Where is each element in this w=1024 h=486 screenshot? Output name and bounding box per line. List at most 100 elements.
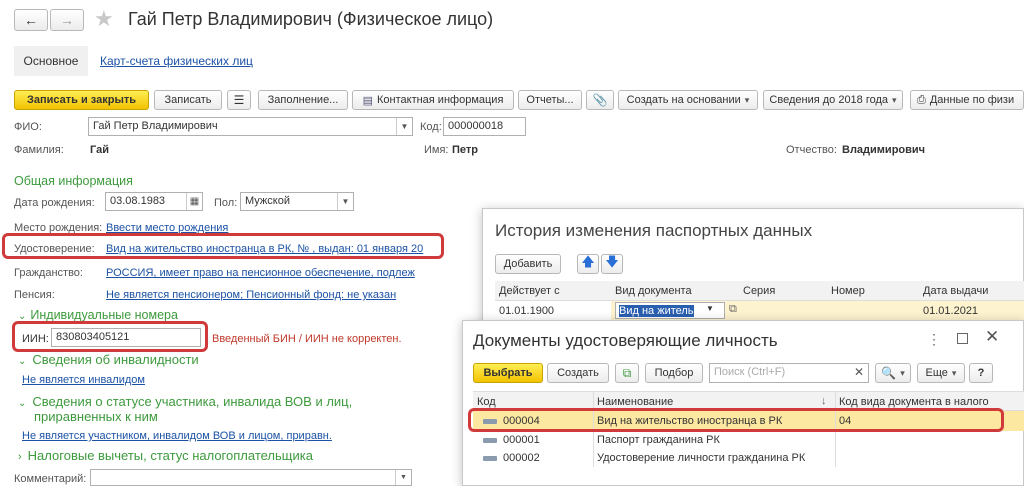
history-window-title: История изменения паспортных данных: [495, 221, 813, 240]
chevron-down-icon: ▾: [744, 94, 750, 105]
arrow-up-icon: 🡅: [581, 254, 595, 269]
column-header[interactable]: Действует с: [499, 285, 560, 297]
name-label: Имя:: [424, 144, 449, 156]
close-icon[interactable]: ✕: [985, 327, 999, 347]
forward-button[interactable]: →: [50, 9, 84, 31]
history-grid-header: Действует с Вид документа Серия Номер Да…: [495, 281, 1024, 301]
arrow-down-icon: 🡇: [605, 254, 619, 269]
birthdate-label: Дата рождения:: [14, 197, 95, 209]
individual-numbers-header[interactable]: ⌄ Индивидуальные номера: [18, 308, 178, 322]
iin-highlight: [12, 321, 208, 352]
fio-input[interactable]: Гай Петр Владимирович ▼: [88, 117, 413, 136]
column-header[interactable]: Код: [477, 396, 496, 408]
open-icon[interactable]: ⧉: [729, 303, 737, 316]
code-input[interactable]: 000000018: [443, 117, 526, 136]
status-header-line2: приравненных к ним: [34, 409, 158, 424]
citizenship-link[interactable]: РОССИЯ, имеет право на пенсионное обеспе…: [106, 267, 415, 279]
list-icon-button[interactable]: ☰: [227, 90, 251, 110]
move-up-button[interactable]: 🡅: [577, 254, 599, 274]
status-link[interactable]: Не является участником, инвалидом ВОВ и …: [22, 430, 332, 442]
pension-link[interactable]: Не является пенсионером; Пенсионный фонд…: [106, 289, 396, 301]
attach-button[interactable]: 📎: [586, 90, 614, 110]
search-button[interactable]: 🔍 ▾: [875, 363, 911, 383]
id-documents-window: Документы удостоверяющие личность ⋮ ✕ Вы…: [462, 320, 1024, 486]
citizenship-label: Гражданство:: [14, 267, 83, 279]
item-icon: [483, 437, 497, 443]
tab-main[interactable]: Основное: [14, 46, 88, 76]
comment-input[interactable]: ▼: [90, 469, 412, 486]
table-row[interactable]: 000001 Паспорт гражданина РК: [473, 431, 1024, 449]
save-button[interactable]: Записать: [154, 90, 222, 110]
gender-label: Пол:: [214, 197, 238, 209]
chevron-down-icon[interactable]: ▼: [706, 304, 714, 313]
add-button[interactable]: Добавить: [495, 254, 561, 274]
arrow-left-icon: ←: [24, 12, 38, 28]
clear-icon[interactable]: ✕: [854, 365, 864, 379]
reports-button[interactable]: Отчеты...: [518, 90, 582, 110]
create-button[interactable]: Создать: [547, 363, 609, 383]
data-by-person-button[interactable]: ⎙ Данные по физи: [910, 90, 1024, 110]
disability-header[interactable]: ⌄ Сведения об инвалидности: [18, 352, 199, 370]
iin-error: Введенный БИН / ИИН не корректен.: [212, 333, 402, 345]
save-and-close-button[interactable]: Записать и закрыть: [14, 90, 149, 110]
search-icon: 🔍: [881, 366, 897, 380]
chevron-down-icon[interactable]: ▼: [396, 118, 412, 135]
maximize-icon[interactable]: [957, 333, 968, 344]
printer-icon: ⎙: [917, 93, 926, 106]
general-info-header: Общая информация: [14, 174, 133, 188]
more-vertical-icon[interactable]: ⋮: [927, 331, 941, 348]
fio-label: ФИО:: [14, 121, 42, 133]
disability-link[interactable]: Не является инвалидом: [22, 374, 145, 386]
info-2018-button[interactable]: Сведения до 2018 года ▾: [763, 90, 903, 110]
document-icon: ▤: [362, 94, 373, 107]
move-down-button[interactable]: 🡇: [601, 254, 623, 274]
help-button[interactable]: ?: [969, 363, 993, 383]
doc-type-field[interactable]: Вид на житель ▼: [615, 302, 725, 319]
column-header[interactable]: Код вида документа в налого: [839, 396, 989, 408]
pick-button[interactable]: Подбор: [645, 363, 703, 383]
gender-select[interactable]: Мужской ▼: [240, 192, 354, 211]
copy-button[interactable]: ⧉: [615, 363, 639, 383]
select-button[interactable]: Выбрать: [473, 363, 543, 383]
valid-from-cell: 01.01.1900: [499, 305, 555, 317]
table-row[interactable]: 000002 Удостоверение личности гражданина…: [473, 449, 1024, 467]
search-input[interactable]: Поиск (Ctrl+F) ✕: [709, 363, 869, 383]
arrow-right-icon: →: [60, 12, 74, 28]
passport-history-window: История изменения паспортных данных Доба…: [482, 208, 1024, 338]
chevron-down-icon[interactable]: ▼: [337, 193, 353, 210]
paperclip-icon: 📎: [592, 93, 608, 107]
column-header[interactable]: Дата выдачи: [923, 285, 988, 297]
item-icon: [483, 455, 497, 461]
chevron-down-icon: ▾: [951, 367, 957, 378]
surname-value: Гай: [90, 144, 109, 156]
tax-header[interactable]: › Налоговые вычеты, статус налогоплательщ…: [18, 448, 313, 465]
table-row[interactable]: 01.01.1900 Вид на житель ▼ ⧉ 01.01.2021: [495, 301, 1024, 321]
calendar-icon[interactable]: ▦: [186, 193, 202, 210]
pension-label: Пенсия:: [14, 289, 55, 301]
column-header[interactable]: Номер: [831, 285, 865, 297]
chevron-down-icon[interactable]: ▼: [395, 470, 411, 485]
chevron-down-icon: ▾: [892, 94, 897, 105]
code-label: Код:: [420, 121, 442, 133]
selected-doc-highlight: [468, 408, 1004, 432]
sort-down-icon: ↓: [821, 395, 827, 407]
create-based-button[interactable]: Создать на основании ▾: [618, 90, 758, 110]
more-button[interactable]: Еще ▾: [917, 363, 965, 383]
back-button[interactable]: ←: [14, 9, 48, 31]
fill-button[interactable]: Заполнение...: [258, 90, 348, 110]
tab-card-accounts[interactable]: Карт-счета физических лиц: [100, 54, 253, 68]
contact-info-button[interactable]: ▤ Контактная информация: [352, 90, 514, 110]
issue-date-cell: 01.01.2021: [923, 305, 979, 317]
docs-window-title: Документы удостоверяющие личность: [473, 331, 778, 350]
column-header[interactable]: Серия: [743, 285, 775, 297]
chevron-right-icon: ›: [18, 451, 22, 463]
column-header[interactable]: Наименование: [597, 396, 673, 408]
name-value: Петр: [452, 144, 478, 156]
list-icon: ☰: [233, 93, 245, 107]
id-doc-highlight: [2, 233, 444, 259]
column-header[interactable]: Вид документа: [615, 285, 692, 297]
surname-label: Фамилия:: [14, 144, 64, 156]
favorite-star-icon[interactable]: ★: [94, 6, 114, 32]
birthdate-input[interactable]: 03.08.1983 ▦: [105, 192, 203, 211]
chevron-down-icon: ▾: [900, 367, 905, 378]
